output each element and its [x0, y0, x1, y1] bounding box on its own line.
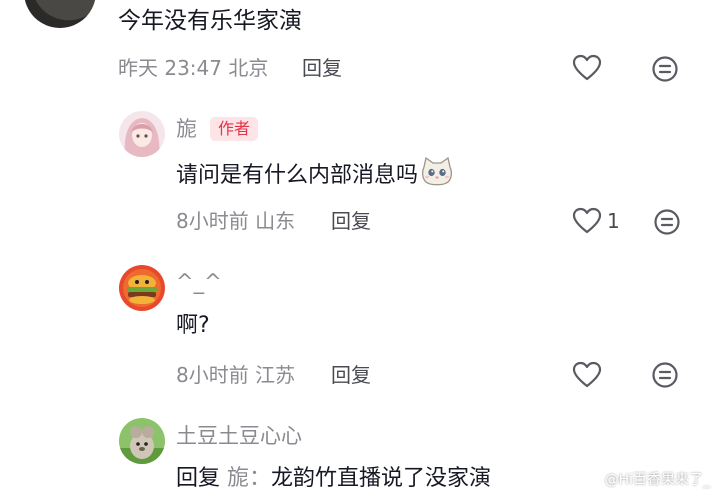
- reply-text: 请问是有什么内部消息吗: [176, 156, 454, 196]
- author-badge: 作者: [210, 117, 259, 141]
- neutral-face-icon[interactable]: [653, 208, 681, 236]
- watermark: @Hi百香果来了_: [604, 472, 710, 488]
- reply-reply-button[interactable]: 回复: [331, 362, 371, 388]
- neutral-face-icon[interactable]: [651, 361, 679, 389]
- like-count: 1: [607, 209, 620, 233]
- reply-location: 江苏: [255, 363, 296, 387]
- heart-outline-icon[interactable]: [572, 361, 602, 389]
- reply-to-user[interactable]: 旎：: [227, 466, 271, 491]
- commenter-avatar[interactable]: [24, 0, 96, 28]
- reply-text: 回复 旎：龙韵竹直播说了没家演: [176, 464, 491, 494]
- reply-meta: 8小时前 山东: [176, 208, 295, 234]
- reply-avatar-author[interactable]: [119, 111, 165, 157]
- cat-face-emoji: [420, 156, 454, 196]
- comment-text: 今年没有乐华家演: [118, 8, 302, 34]
- reply-prefix: 回复: [176, 466, 221, 491]
- reply-username[interactable]: 土豆土豆心心: [176, 422, 302, 450]
- heart-outline-icon[interactable]: [572, 207, 602, 235]
- reply-text-content: 龙韵竹直播说了没家演: [271, 466, 492, 491]
- comment-time: 昨天 23:47: [118, 56, 222, 80]
- comment-reply-button[interactable]: 回复: [302, 55, 342, 81]
- reply-username[interactable]: 旎: [176, 115, 197, 143]
- reply-reply-button[interactable]: 回复: [331, 208, 371, 234]
- reply-time: 8小时前: [176, 209, 249, 233]
- reply-meta: 8小时前 江苏: [176, 362, 295, 388]
- heart-outline-icon[interactable]: [572, 54, 602, 82]
- reply-avatar[interactable]: [119, 265, 165, 311]
- reply-username[interactable]: ^_^: [176, 268, 222, 296]
- comment-meta: 昨天 23:47 北京: [118, 55, 268, 81]
- reply-location: 山东: [255, 209, 296, 233]
- comment-location: 北京: [228, 56, 269, 80]
- reply-avatar[interactable]: [119, 418, 165, 464]
- neutral-face-icon[interactable]: [651, 55, 679, 83]
- reply-text-content: 请问是有什么内部消息吗: [176, 163, 419, 188]
- reply-time: 8小时前: [176, 363, 249, 387]
- reply-text: 啊?: [176, 313, 210, 338]
